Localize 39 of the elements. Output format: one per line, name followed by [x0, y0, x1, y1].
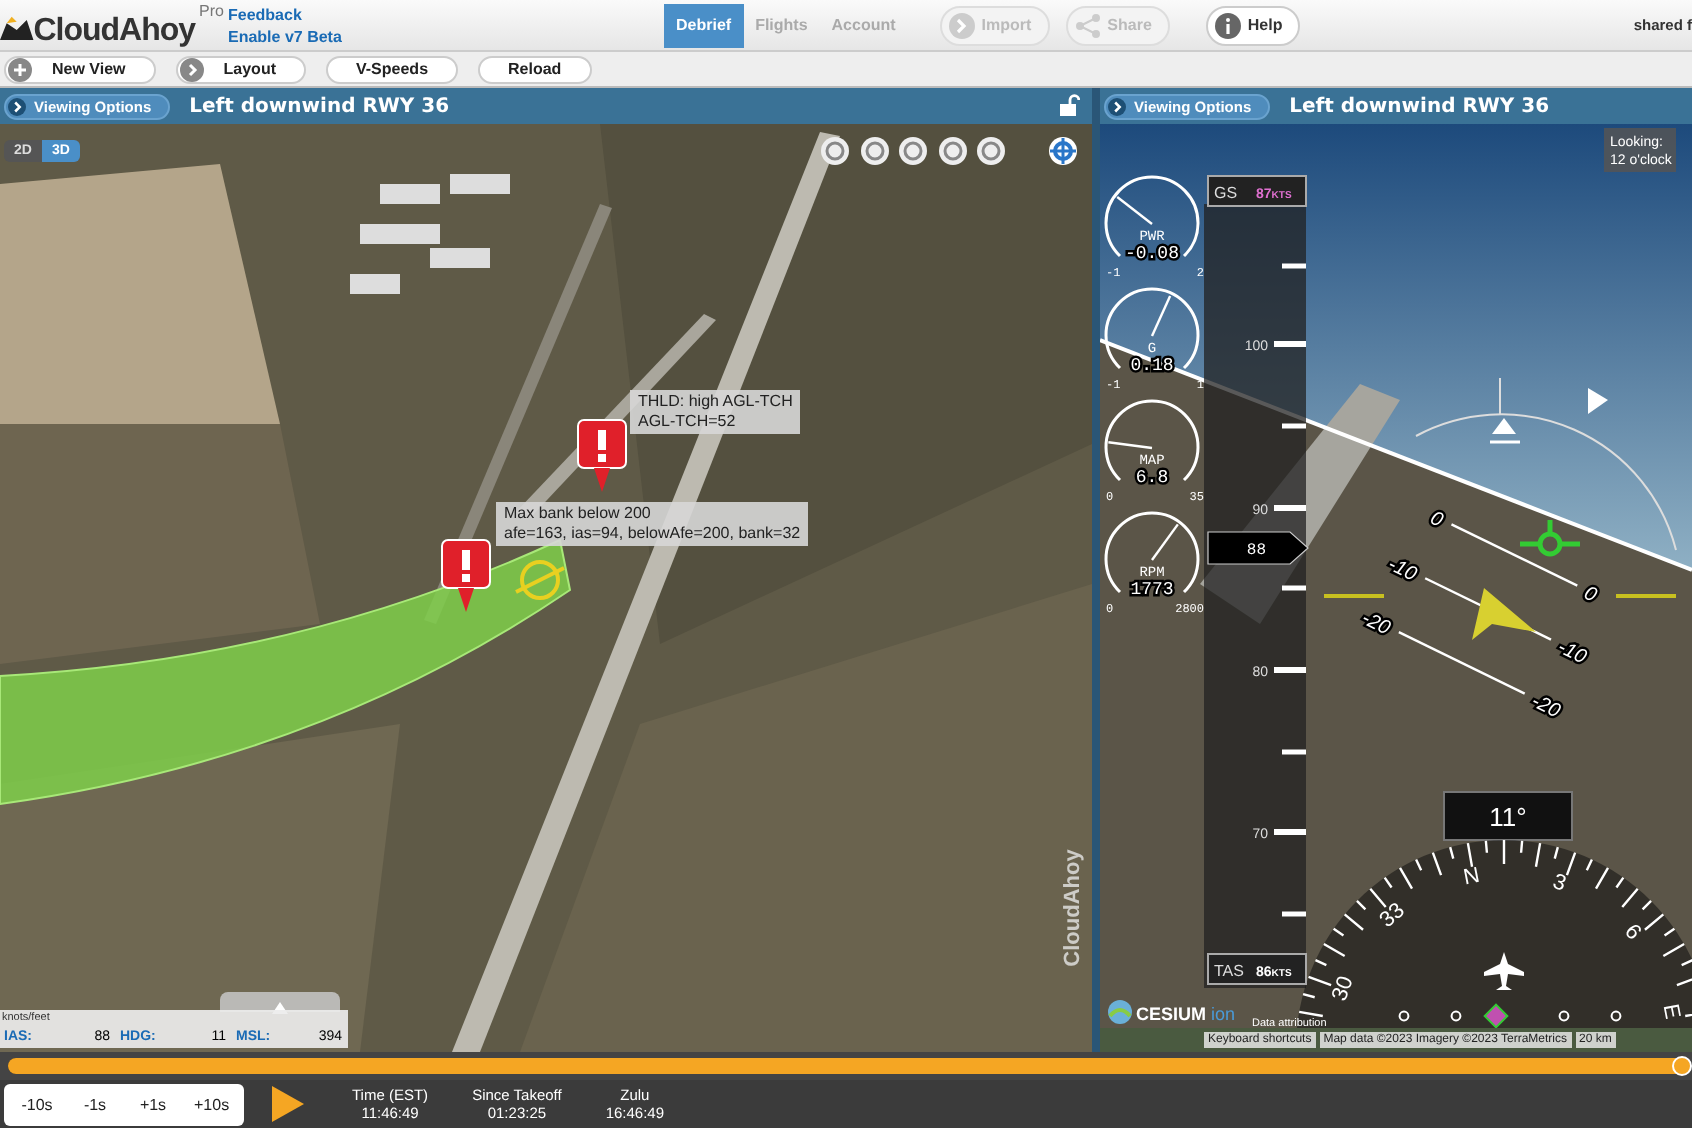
action-button[interactable]: Help [1205, 5, 1301, 45]
play-icon[interactable] [272, 1086, 304, 1122]
flight-path-marker-icon [1517, 517, 1583, 557]
chevron-icon [1108, 97, 1126, 115]
cesium-logo: CESIUM ion [1108, 1000, 1236, 1024]
app-logo: CloudAhoy [33, 11, 196, 51]
toolbar-button[interactable]: V-Speeds [326, 55, 459, 83]
edition-label: Pro [199, 1, 224, 19]
step-button[interactable]: -10s [8, 1085, 66, 1123]
step-button[interactable]: +1s [124, 1085, 182, 1123]
pitch-line: 0 0 [1426, 507, 1600, 608]
share-icon [1073, 11, 1102, 39]
aircraft-chevron-icon [1472, 588, 1536, 640]
airplane-icon [1484, 952, 1524, 990]
brand-watermark: CloudAhoy [1061, 849, 1086, 967]
alert-callout: Max bank below 200 afe=163, ias=94, belowAfe=200, bank=32 [496, 502, 809, 546]
alert-marker[interactable] [441, 539, 491, 612]
alert-callout: THLD: high AGL-TCH AGL-TCH=52 [630, 390, 801, 434]
info-icon [1213, 11, 1242, 39]
chevron-icon [8, 97, 26, 115]
step-button[interactable]: +10s [182, 1085, 240, 1123]
header-link[interactable]: Enable v7 Beta [228, 25, 342, 47]
header-link[interactable]: Feedback [228, 3, 302, 25]
toolbar-button[interactable]: New View [4, 55, 156, 83]
toolbar-button[interactable]: Layout [175, 55, 306, 83]
step-button[interactable]: -1s [66, 1085, 124, 1123]
chevron-icon [179, 57, 204, 81]
plus-icon [8, 57, 32, 81]
bank-pointer-icon [1588, 388, 1608, 414]
airspeed-pointer: 88 [1207, 531, 1309, 565]
toolbar-button[interactable]: Reload [478, 55, 592, 83]
padlock-icon[interactable] [1060, 94, 1080, 116]
aircraft-position-marker [515, 560, 565, 600]
hat-logo-icon [0, 13, 34, 45]
view-title: Left downwind RWY 36 [189, 95, 450, 117]
view-title: Left downwind RWY 36 [1289, 95, 1550, 117]
heading-box: 11° [1443, 791, 1573, 841]
crosshair-icon[interactable] [1048, 136, 1078, 166]
alert-marker[interactable] [577, 419, 627, 492]
